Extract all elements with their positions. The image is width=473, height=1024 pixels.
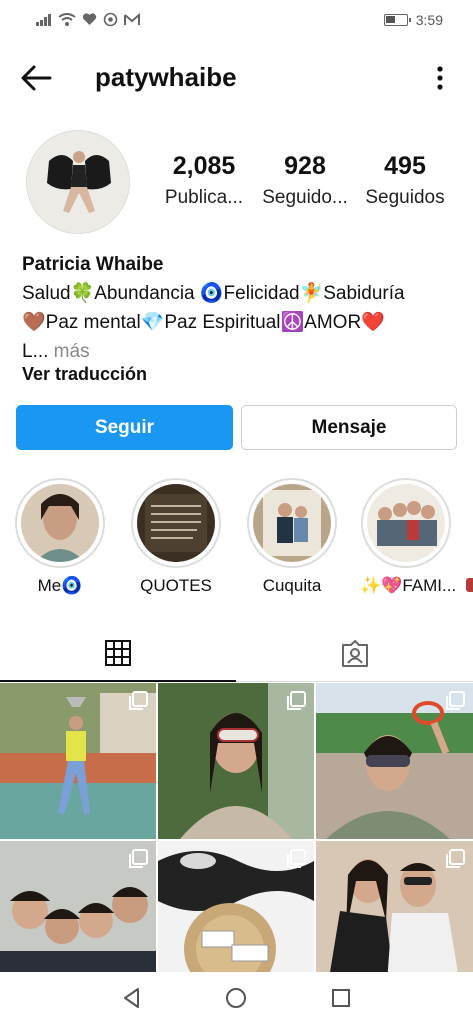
heart-icon xyxy=(82,13,97,25)
status-bar: 3:59 xyxy=(0,0,473,40)
post-thumbnail[interactable] xyxy=(0,683,156,839)
highlight-cover xyxy=(367,484,445,562)
highlight-cover xyxy=(21,484,99,562)
highlight-cover xyxy=(137,484,215,562)
posts-count[interactable]: 2,085 Publica... xyxy=(163,152,245,209)
carousel-icon xyxy=(129,849,148,868)
follow-button[interactable]: Seguir xyxy=(16,405,233,450)
highlight-cover xyxy=(253,484,331,562)
posts-grid xyxy=(0,683,473,997)
back-arrow-icon[interactable] xyxy=(18,62,54,94)
following-count[interactable]: 495 Seguidos xyxy=(360,152,450,209)
profile-bio: Patricia Whaibe Salud🍀Abundancia 🧿Felici… xyxy=(22,250,462,366)
tagged-person-icon xyxy=(342,640,368,667)
tab-tagged[interactable] xyxy=(237,626,473,682)
battery-icon xyxy=(383,14,411,26)
bio-line: Salud🍀Abundancia 🧿Felicidad🧚Sabiduría xyxy=(22,283,405,304)
highlight-ring xyxy=(15,478,105,568)
following-label: Seguidos xyxy=(365,187,445,208)
more-options-icon[interactable] xyxy=(435,64,445,92)
highlight-ring xyxy=(247,478,337,568)
nav-recents-button[interactable] xyxy=(321,978,361,1018)
circle-home-icon xyxy=(226,988,247,1008)
profile-tabs xyxy=(0,626,473,682)
carousel-icon xyxy=(446,849,465,868)
triangle-back-icon xyxy=(124,988,140,1008)
highlight-ring xyxy=(131,478,221,568)
profile-avatar[interactable] xyxy=(26,130,130,234)
highlight-label: QUOTES xyxy=(140,576,212,595)
system-nav-bar xyxy=(0,972,473,1024)
grid-icon xyxy=(105,640,131,666)
highlight-label: Cuquita xyxy=(262,576,322,595)
square-recents-icon xyxy=(331,989,350,1007)
clock: 3:59 xyxy=(415,12,443,28)
highlight-label: Me🧿 xyxy=(37,576,83,595)
whatsapp-icon xyxy=(103,12,118,27)
profile-username: patywhaibe xyxy=(95,62,237,92)
see-translation-link[interactable]: Ver traducción xyxy=(22,364,147,385)
carousel-icon xyxy=(129,691,148,710)
gmail-icon xyxy=(124,13,140,25)
carousel-icon xyxy=(287,691,306,710)
story-highlight[interactable]: Me🧿 xyxy=(14,478,106,596)
story-highlight[interactable]: Cuquita xyxy=(246,478,338,596)
bio-truncated-text: L... xyxy=(22,341,49,362)
story-highlight[interactable]: QUOTES xyxy=(130,478,222,596)
posts-number: 2,085 xyxy=(172,152,236,180)
bio-line: 🤎Paz mental💎Paz Espiritual☮️AMOR❤️ xyxy=(22,312,385,333)
post-thumbnail[interactable] xyxy=(158,683,314,839)
following-number: 495 xyxy=(384,152,426,180)
followers-label: Seguido... xyxy=(262,187,348,208)
bio-more-link[interactable]: más xyxy=(48,341,90,362)
tab-posts-grid[interactable] xyxy=(0,626,236,682)
followers-count[interactable]: 928 Seguido... xyxy=(258,152,352,209)
posts-label: Publica... xyxy=(164,187,244,208)
followers-number: 928 xyxy=(284,152,326,180)
bio-line-truncated: L... más xyxy=(22,337,462,366)
status-icons-left xyxy=(36,12,140,27)
carousel-icon xyxy=(287,849,306,868)
highlight-ring xyxy=(361,478,451,568)
status-icons-right: 3:59 xyxy=(383,12,443,28)
full-name: Patricia Whaibe xyxy=(22,254,164,275)
nav-back-button[interactable] xyxy=(112,978,152,1018)
message-button[interactable]: Mensaje xyxy=(241,405,457,450)
nav-home-button[interactable] xyxy=(216,978,256,1018)
highlight-label: ✨💖FAMI... xyxy=(360,576,457,595)
wifi-icon xyxy=(58,13,76,26)
post-thumbnail[interactable] xyxy=(316,683,473,839)
avatar-photo xyxy=(27,131,129,233)
highlight-overflow xyxy=(466,578,473,592)
story-highlight[interactable]: ✨💖FAMI... xyxy=(360,478,457,596)
signal-icon xyxy=(36,13,51,26)
profile-header: patywhaibe xyxy=(0,50,473,106)
carousel-icon xyxy=(446,691,465,710)
